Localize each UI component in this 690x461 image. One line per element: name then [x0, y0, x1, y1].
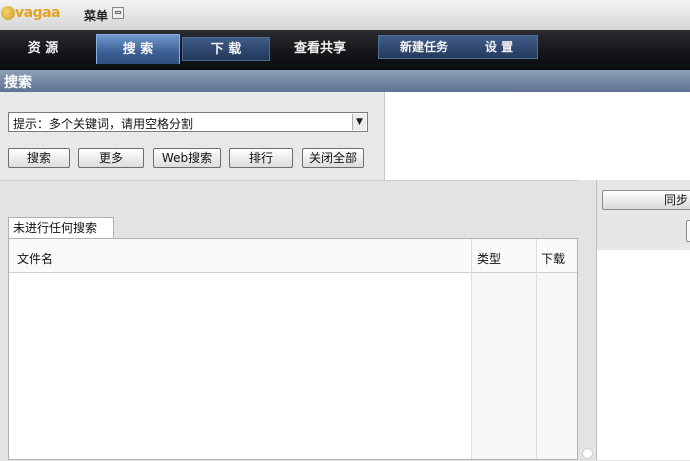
- section-header: 搜索: [0, 70, 690, 93]
- type-column-body: [472, 273, 536, 459]
- dropdown-arrow-icon[interactable]: ▼: [352, 114, 366, 130]
- table-header: 文件名 类型 下载: [9, 239, 577, 273]
- side-panel: [596, 180, 690, 460]
- results-table: 文件名 类型 下载: [8, 238, 578, 460]
- results-tab[interactable]: 未进行任何搜索: [8, 217, 114, 239]
- tab-download[interactable]: 下 载: [182, 37, 270, 61]
- panel-splitter[interactable]: [578, 180, 596, 460]
- sync-button[interactable]: 同步: [602, 190, 690, 210]
- column-divider[interactable]: [471, 239, 472, 459]
- web-search-button[interactable]: Web搜索: [153, 148, 221, 168]
- tab-settings[interactable]: 设 置: [467, 35, 531, 59]
- tab-search[interactable]: 搜 索: [96, 34, 180, 64]
- splitter-handle-icon[interactable]: [582, 448, 593, 459]
- tab-view-shared[interactable]: 查看共享: [280, 37, 360, 61]
- search-button[interactable]: 搜索: [8, 148, 70, 168]
- page-title: 搜索: [4, 75, 32, 91]
- column-header-download[interactable]: 下载: [541, 250, 565, 267]
- close-all-button[interactable]: 关闭全部: [302, 148, 364, 168]
- search-input[interactable]: 提示：多个关键词，请用空格分割 ▼: [8, 112, 368, 132]
- main-tab-bar: 资 源 搜 索 下 载 查看共享 新建任务 设 置: [0, 30, 690, 70]
- column-divider[interactable]: [536, 239, 537, 459]
- app-logo: vagaa: [0, 4, 62, 24]
- bird-icon: [1, 6, 15, 20]
- window-mode-icon[interactable]: [112, 7, 124, 19]
- title-bar: vagaa 菜单: [0, 0, 690, 31]
- download-column-body: [537, 273, 577, 459]
- tab-new-task[interactable]: 新建任务: [385, 35, 463, 59]
- tab-resources[interactable]: 资 源: [8, 37, 78, 61]
- logo-text: vagaa: [15, 5, 61, 21]
- menu-button[interactable]: 菜单: [84, 7, 108, 24]
- info-panel: [385, 92, 690, 180]
- task-tab-group: 新建任务 设 置: [378, 35, 538, 59]
- search-input-value: 提示：多个关键词，请用空格分割: [13, 117, 194, 131]
- column-header-filename[interactable]: 文件名: [17, 250, 53, 267]
- ranking-button[interactable]: 排行: [229, 148, 293, 168]
- column-header-type[interactable]: 类型: [477, 250, 501, 267]
- side-panel-control[interactable]: [686, 220, 690, 242]
- search-panel: 提示：多个关键词，请用空格分割 ▼ 搜索 更多 Web搜索 排行 关闭全部: [0, 92, 385, 180]
- more-button[interactable]: 更多: [78, 148, 144, 168]
